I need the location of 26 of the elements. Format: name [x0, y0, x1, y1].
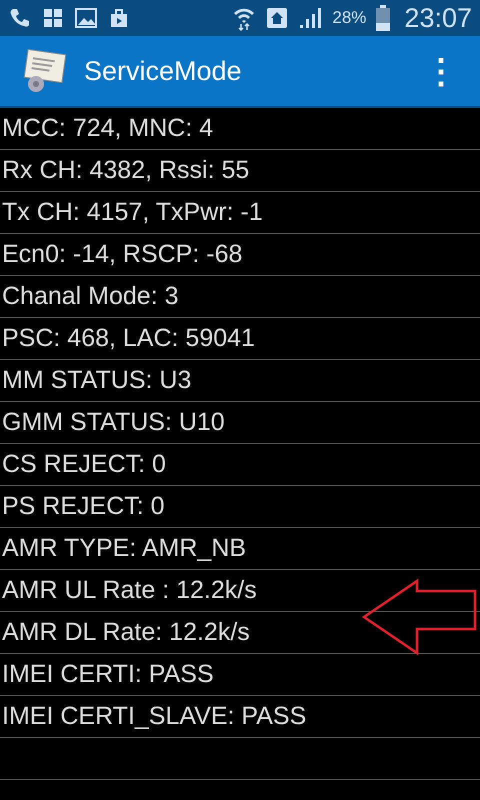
info-row: MCC: 724, MNC: 4 — [0, 108, 480, 150]
clock: 23:07 — [404, 2, 472, 34]
info-row: AMR UL Rate : 12.2k/s — [0, 570, 480, 612]
info-row: CS REJECT: 0 — [0, 444, 480, 486]
flag-icon — [42, 7, 64, 29]
image-icon — [74, 7, 98, 29]
briefcase-icon — [108, 7, 130, 29]
info-row: PSC: 468, LAC: 59041 — [0, 318, 480, 360]
menu-button[interactable]: ⋮ — [416, 50, 466, 92]
info-row: PS REJECT: 0 — [0, 486, 480, 528]
info-row: GMM STATUS: U10 — [0, 402, 480, 444]
info-row: IMEI CERTI_SLAVE: PASS — [0, 696, 480, 738]
battery-percentage: 28% — [332, 8, 366, 28]
info-row: AMR TYPE: AMR_NB — [0, 528, 480, 570]
app-title: ServiceMode — [84, 56, 243, 86]
info-row: Tx CH: 4157, TxPwr: -1 — [0, 192, 480, 234]
info-row: Ecn0: -14, RSCP: -68 — [0, 234, 480, 276]
info-row: MM STATUS: U3 — [0, 360, 480, 402]
signal-icon — [298, 6, 322, 30]
info-row: IMEI CERTI: PASS — [0, 654, 480, 696]
battery-icon — [376, 5, 390, 31]
app-icon — [22, 48, 68, 94]
info-row: Rx CH: 4382, Rssi: 55 — [0, 150, 480, 192]
info-row: Chanal Mode: 3 — [0, 276, 480, 318]
info-row: AMR DL Rate: 12.2k/s — [0, 612, 480, 654]
home-icon — [266, 6, 288, 30]
